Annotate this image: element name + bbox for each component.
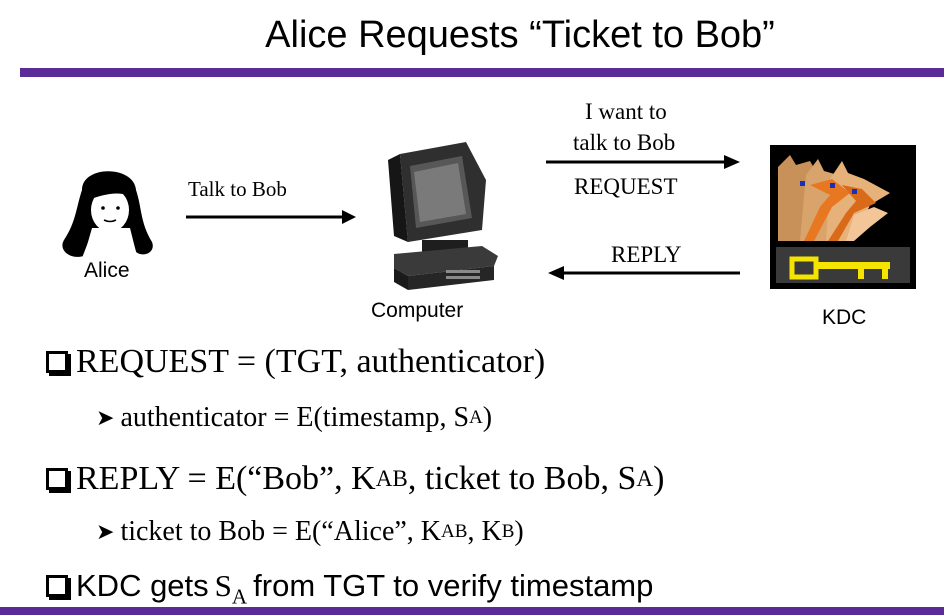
checkbox-bullet-icon: [46, 575, 68, 597]
kdc-cerberus-icon: [770, 145, 916, 289]
request-arrow: [546, 155, 740, 169]
talk-arrow: [186, 210, 356, 224]
ticket-close: ): [514, 516, 524, 547]
bullet-request-text: REQUEST = (TGT, authenticator): [76, 343, 546, 380]
alice-icon: [62, 171, 153, 258]
reply-mid: , ticket to Bob, S: [407, 460, 637, 497]
reply-close: ): [653, 460, 665, 497]
authenticator-text: authenticator = E(timestamp, S: [120, 402, 470, 433]
checkbox-bullet-icon: [46, 468, 68, 490]
bullet-authenticator: ➤ authenticator = E(timestamp, S A): [96, 402, 493, 433]
ticket-mid: , K: [467, 516, 502, 547]
title-underline-bar: [20, 68, 944, 77]
want-to-line1: I want to: [585, 99, 667, 124]
slide-title: Alice Requests “Ticket to Bob”: [265, 14, 775, 56]
alice-label: Alice: [84, 259, 130, 282]
arrow-bullet-icon: ➤: [96, 405, 115, 430]
authenticator-close: ): [482, 402, 493, 433]
computer-label: Computer: [371, 299, 464, 322]
computer-icon: [388, 142, 498, 290]
reply-pre: REPLY = E(“Bob”, K: [76, 460, 376, 497]
reply-arrow: [548, 266, 740, 280]
bullet-kdc-verify: KDC gets SA from TGT to verify timestamp: [46, 568, 654, 609]
bullet-reply: REPLY = E(“Bob”, K AB, ticket to Bob, S A): [46, 460, 664, 498]
bullet-ticket-to-bob: ➤ ticket to Bob = E(“Alice”, K AB, K B): [96, 516, 524, 547]
kdc-label: KDC: [822, 306, 867, 329]
bullet-request: REQUEST = (TGT, authenticator): [46, 343, 545, 381]
talk-to-bob-label: Talk to Bob: [188, 177, 287, 201]
kdc-s-a: SA: [214, 568, 248, 609]
ticket-pre: ticket to Bob = E(“Alice”, K: [120, 516, 442, 547]
kdc-verify-text: from TGT to verify timestamp: [253, 568, 654, 603]
request-label: REQUEST: [574, 174, 678, 199]
kdc-gets-text: KDC gets: [76, 568, 209, 603]
checkbox-bullet-icon: [46, 351, 68, 373]
arrow-bullet-icon: ➤: [96, 519, 115, 544]
footer-bar: [0, 607, 944, 615]
